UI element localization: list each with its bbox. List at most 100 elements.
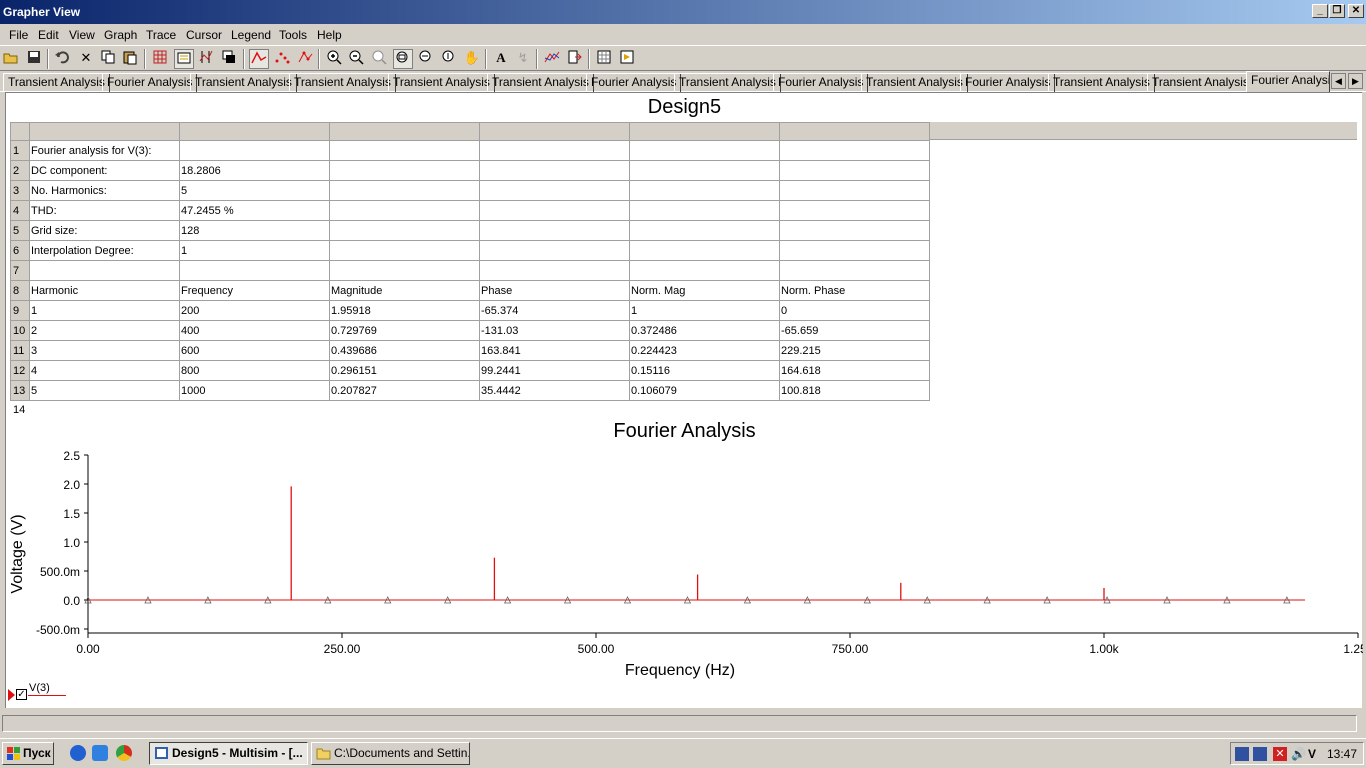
table-cell[interactable] <box>329 220 480 241</box>
table-cell[interactable] <box>629 200 780 221</box>
v-app-icon[interactable]: V <box>1308 747 1322 761</box>
table-cell[interactable]: 0.372486 <box>629 320 780 341</box>
zoom-area-icon[interactable] <box>393 49 413 69</box>
taskbar-multisim-button[interactable]: Design5 - Multisim - [... <box>149 742 308 765</box>
table-cell[interactable] <box>629 160 780 181</box>
taskbar-explorer-button[interactable]: C:\Documents and Settin... <box>311 742 470 765</box>
row-number[interactable]: 8 <box>10 280 30 301</box>
table-cell[interactable]: 800 <box>179 360 330 381</box>
table-cell[interactable]: 0 <box>779 300 930 321</box>
tab-transient-analysis-9[interactable]: Transient Analysis <box>1147 73 1254 92</box>
table-cell[interactable] <box>479 260 630 281</box>
row-number[interactable]: 2 <box>10 160 30 181</box>
row-number[interactable]: 7 <box>10 260 30 281</box>
antivirus-icon[interactable]: ✕ <box>1273 747 1287 761</box>
table-cell[interactable]: 229.215 <box>779 340 930 361</box>
trace-line-icon[interactable] <box>249 49 269 69</box>
tab-transient-analysis-6[interactable]: Transient Analysis <box>674 73 781 92</box>
add-trace-icon[interactable] <box>542 49 562 69</box>
zoom-out-icon[interactable] <box>346 49 366 69</box>
tab-transient-analysis-5[interactable]: Transient Analysis <box>487 73 594 92</box>
row-number[interactable]: 4 <box>10 200 30 221</box>
menu-trace[interactable]: Trace <box>146 28 176 42</box>
tab-transient-analysis-2[interactable]: Transient Analysis <box>190 73 297 92</box>
table-cell[interactable]: 5 <box>29 380 180 401</box>
table-cell[interactable]: 400 <box>179 320 330 341</box>
table-cell[interactable]: Fourier analysis for V(3): <box>29 140 180 161</box>
table-cell[interactable] <box>329 160 480 181</box>
table-cell[interactable] <box>779 140 930 161</box>
table-cell[interactable] <box>479 140 630 161</box>
table-cell[interactable]: 200 <box>179 300 330 321</box>
table-cell[interactable]: Norm. Mag <box>629 280 780 301</box>
menu-graph[interactable]: Graph <box>104 28 137 42</box>
trace-points-icon[interactable] <box>272 49 292 69</box>
table-cell[interactable] <box>479 200 630 221</box>
network-2-icon[interactable] <box>1253 747 1267 761</box>
zoom-y-icon[interactable] <box>439 49 459 69</box>
table-cell[interactable] <box>629 260 780 281</box>
grid-icon[interactable] <box>150 49 170 69</box>
close-button[interactable]: ✕ <box>1348 4 1364 18</box>
tab-fourier-analysis-4[interactable]: Fourier Analysis <box>960 73 1056 92</box>
table-cell[interactable] <box>179 260 330 281</box>
column-header[interactable] <box>29 122 180 141</box>
zoom-x-icon[interactable] <box>416 49 436 69</box>
row-number[interactable]: 1 <box>10 140 30 161</box>
copy-icon[interactable] <box>98 49 118 69</box>
tab-fourier-analysis-2[interactable]: Fourier Analysis <box>586 73 682 92</box>
row-number[interactable]: 3 <box>10 180 30 201</box>
restore-button[interactable]: ❐ <box>1329 4 1345 18</box>
table-cell[interactable]: No. Harmonics: <box>29 180 180 201</box>
row-number[interactable]: 6 <box>10 240 30 261</box>
table-cell[interactable]: Interpolation Degree: <box>29 240 180 261</box>
table-cell[interactable]: 4 <box>29 360 180 381</box>
row-number[interactable]: 5 <box>10 220 30 241</box>
zoom-in-icon[interactable] <box>324 49 344 69</box>
table-cell[interactable]: 100.818 <box>779 380 930 401</box>
menu-edit[interactable]: Edit <box>38 28 59 42</box>
tab-transient-analysis-1[interactable]: Transient Analysis <box>3 73 110 92</box>
table-cell[interactable]: 0.15116 <box>629 360 780 381</box>
table-cell[interactable] <box>479 160 630 181</box>
chrome-icon[interactable] <box>116 745 132 761</box>
table-cell[interactable]: Frequency <box>179 280 330 301</box>
column-header[interactable] <box>179 122 330 141</box>
tab-transient-analysis-3[interactable]: Transient Analysis <box>289 73 396 92</box>
table-cell[interactable]: Grid size: <box>29 220 180 241</box>
text-icon[interactable]: A <box>491 49 511 69</box>
table-cell[interactable]: 1 <box>179 240 330 261</box>
paste-icon[interactable] <box>120 49 140 69</box>
fourier-plot[interactable]: -500.0m 0.0 500.0m 1.0 1.5 2.0 2.5 0.00 250.00 50… <box>6 443 1363 683</box>
table-cell[interactable]: THD: <box>29 200 180 221</box>
row-number[interactable]: 9 <box>10 300 30 321</box>
pan-hand-icon[interactable]: ✋ <box>462 49 482 69</box>
table-cell[interactable]: 1.95918 <box>329 300 480 321</box>
save-icon[interactable] <box>24 49 44 69</box>
table-cell[interactable] <box>629 140 780 161</box>
tab-fourier-analysis-1[interactable]: Fourier Analysis <box>102 73 198 92</box>
table-cell[interactable]: 1 <box>629 300 780 321</box>
table-cell[interactable] <box>779 240 930 261</box>
tab-scroll-left-icon[interactable]: ◀ <box>1331 73 1346 89</box>
table-cell[interactable]: 0.729769 <box>329 320 480 341</box>
desktop-icon[interactable] <box>92 745 108 761</box>
menu-legend[interactable]: Legend <box>231 28 271 42</box>
table-cell[interactable] <box>479 180 630 201</box>
table-cell[interactable]: 0.439686 <box>329 340 480 361</box>
table-cell[interactable]: Norm. Phase <box>779 280 930 301</box>
table-cell[interactable]: -65.659 <box>779 320 930 341</box>
overlay-icon[interactable] <box>219 49 239 69</box>
tab-fourier-analysis-3[interactable]: Fourier Analysis <box>773 73 869 92</box>
tab-scroll-right-icon[interactable]: ▶ <box>1348 73 1363 89</box>
menu-help[interactable]: Help <box>317 28 342 42</box>
menu-tools[interactable]: Tools <box>279 28 307 42</box>
table-cell[interactable]: Magnitude <box>329 280 480 301</box>
table-cell[interactable]: 2 <box>29 320 180 341</box>
table-cell[interactable]: 1 <box>29 300 180 321</box>
table-cell[interactable]: 128 <box>179 220 330 241</box>
table-cell[interactable]: 47.2455 % <box>179 200 330 221</box>
table-cell[interactable]: 0.224423 <box>629 340 780 361</box>
table-cell[interactable] <box>629 180 780 201</box>
table-cell[interactable] <box>479 220 630 241</box>
